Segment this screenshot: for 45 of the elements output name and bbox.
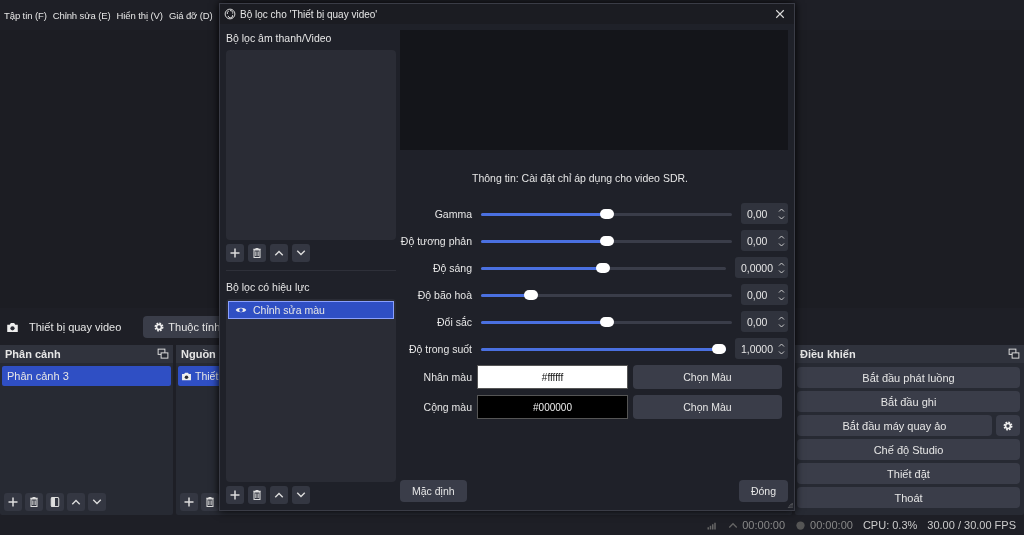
menu-item[interactable]: Tập tin (F) [4, 7, 47, 23]
color-swatch: #000000 [477, 395, 628, 419]
scene-item[interactable]: Phân cảnh 3 [2, 366, 171, 386]
color-label: Cộng màu [422, 401, 472, 413]
panel-title: Phân cảnh [5, 348, 61, 360]
control-button[interactable]: Chế độ Studio [797, 439, 1020, 460]
info-text: Thông tin: Cài đặt chỉ áp dụng cho video SDR. [472, 172, 688, 184]
dialog-title: Bộ lọc cho 'Thiết bị quay video' [240, 8, 378, 20]
color-swatch: #ffffff [477, 365, 628, 389]
number-field[interactable]: 0,0000 [734, 257, 788, 278]
number-field[interactable]: 0,00 [741, 203, 788, 224]
panel-title: Điều khiển [800, 348, 856, 360]
slider-label: Độ sáng [431, 261, 472, 274]
control-button[interactable]: Thiết đặt [797, 463, 1020, 484]
fps-readout: 30.00 / 30.00 FPS [927, 519, 1016, 531]
number-field[interactable]: 1,0000 [734, 338, 788, 359]
control-button[interactable]: Bắt đầu máy quay ảo [797, 415, 992, 436]
menu-item[interactable]: Chỉnh sửa (E) [52, 7, 111, 23]
cpu-usage: CPU: 0.3% [862, 519, 918, 531]
section-label: Bộ lọc âm thanh/Video [226, 31, 333, 46]
source-item[interactable]: Thiết [178, 366, 222, 386]
control-button[interactable]: Bắt đầu ghi [797, 391, 1020, 412]
panel-title: Nguồn [181, 348, 216, 360]
slider-label: Đổi sắc [436, 315, 472, 328]
control-button[interactable]: Bắt đầu phát luồng [797, 367, 1020, 388]
menu-item[interactable]: Giá đỡ (D) [168, 7, 213, 23]
number-field[interactable]: 0,00 [741, 230, 788, 251]
color-label: Nhân màu [422, 371, 472, 383]
slider-label: Gamma [433, 207, 472, 220]
choose-color-button[interactable]: Chọn Màu [633, 395, 782, 419]
slider-label: Độ tương phản [400, 234, 472, 247]
menu-item[interactable]: Hiển thị (V) [116, 7, 163, 23]
source-name: Thiết bị quay video [29, 321, 122, 333]
record-time: 00:00:00 [810, 519, 853, 531]
close-button[interactable]: Đóng [738, 480, 788, 502]
stream-time: 00:00:00 [742, 519, 786, 531]
filter-item[interactable]: Chỉnh sửa màu [228, 301, 394, 319]
number-field[interactable]: 0,00 [741, 284, 788, 305]
control-button[interactable]: Thoát [797, 487, 1020, 508]
slider-label: Độ trong suốt [407, 342, 472, 355]
slider-label: Độ bão hoà [416, 288, 472, 301]
choose-color-button[interactable]: Chọn Màu [633, 365, 782, 389]
number-field[interactable]: 0,00 [741, 311, 788, 332]
section-label: Bộ lọc có hiệu lực [226, 280, 311, 295]
defaults-button[interactable]: Mặc định [400, 480, 467, 502]
